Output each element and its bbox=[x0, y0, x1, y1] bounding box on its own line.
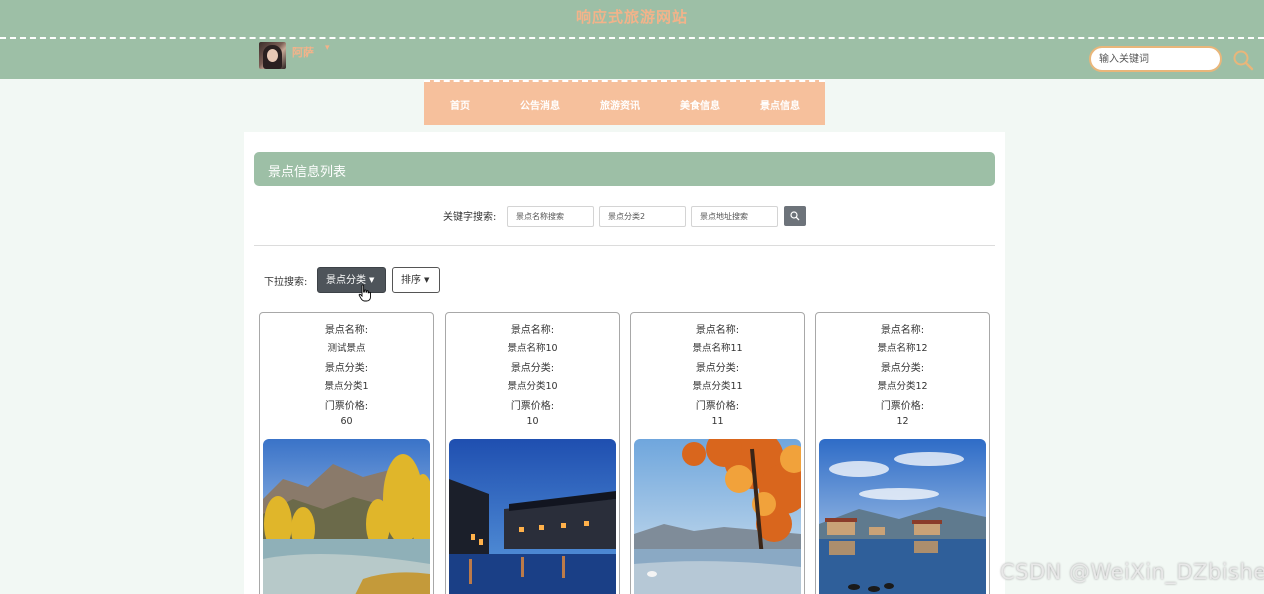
site-title: 响应式旅游网站 bbox=[575, 8, 688, 26]
search-button[interactable] bbox=[784, 206, 806, 226]
ticket-price: 10 bbox=[526, 416, 539, 427]
attraction-category: 景点分类11 bbox=[692, 381, 743, 392]
attraction-name-input[interactable] bbox=[507, 206, 594, 227]
divider bbox=[254, 245, 995, 246]
attraction-category-input[interactable] bbox=[599, 206, 686, 227]
attraction-image[interactable] bbox=[263, 439, 430, 594]
sort-dropdown-label: 排序 bbox=[401, 275, 421, 286]
nav-item-travel-news[interactable]: 旅游资讯 bbox=[600, 97, 640, 112]
ticket-price: 11 bbox=[711, 416, 724, 427]
ticket-price: 60 bbox=[340, 416, 353, 427]
hand-cursor-icon bbox=[358, 284, 371, 302]
name-label: 景点名称: bbox=[324, 325, 369, 336]
chevron-down-icon[interactable]: ▾ bbox=[325, 43, 330, 53]
ticket-price: 12 bbox=[896, 416, 909, 427]
attraction-card[interactable]: 景点名称: 景点名称11 景点分类: 景点分类11 门票价格: 11 bbox=[630, 312, 805, 594]
attraction-image[interactable] bbox=[819, 439, 986, 594]
username[interactable]: 阿萨 bbox=[292, 44, 314, 60]
attraction-card[interactable]: 景点名称: 景点名称10 景点分类: 景点分类10 门票价格: 10 bbox=[445, 312, 620, 594]
sort-dropdown-button[interactable]: 排序 ▼ bbox=[392, 267, 440, 293]
attraction-name: 景点名称12 bbox=[877, 343, 928, 354]
caret-down-icon: ▼ bbox=[424, 276, 430, 284]
price-label: 门票价格: bbox=[510, 401, 555, 412]
category-label: 景点分类: bbox=[324, 363, 369, 374]
watermark: CSDN @WeiXin_DZbishe bbox=[1000, 560, 1264, 584]
attraction-image[interactable] bbox=[449, 439, 616, 594]
price-label: 门票价格: bbox=[880, 401, 925, 412]
price-label: 门票价格: bbox=[695, 401, 740, 412]
attraction-card[interactable]: 景点名称: 测试景点 景点分类: 景点分类1 门票价格: 60 bbox=[259, 312, 434, 594]
name-label: 景点名称: bbox=[880, 325, 925, 336]
attraction-name: 景点名称10 bbox=[507, 343, 558, 354]
attraction-image[interactable] bbox=[634, 439, 801, 594]
content-panel: 景点信息列表 关键字搜索: 下拉搜索: 景点分类▼ 排序▼ 景点名称: 测试景点… bbox=[244, 132, 1005, 594]
nav-item-attractions[interactable]: 景点信息 bbox=[760, 97, 800, 112]
nav-item-announcements[interactable]: 公告消息 bbox=[520, 97, 560, 112]
price-label: 门票价格: bbox=[324, 401, 369, 412]
attraction-address-input[interactable] bbox=[691, 206, 778, 227]
nav-item-food[interactable]: 美食信息 bbox=[680, 97, 720, 112]
name-label: 景点名称: bbox=[695, 325, 740, 336]
category-label: 景点分类: bbox=[695, 363, 740, 374]
attraction-category: 景点分类12 bbox=[877, 381, 928, 392]
nav-item-home[interactable]: 首页 bbox=[450, 97, 470, 112]
main-nav: 首页 公告消息 旅游资讯 美食信息 景点信息 bbox=[424, 80, 825, 125]
search-input[interactable] bbox=[1089, 46, 1222, 72]
attraction-category: 景点分类10 bbox=[507, 381, 558, 392]
category-label: 景点分类: bbox=[510, 363, 555, 374]
header-divider bbox=[0, 37, 1264, 39]
category-dropdown-button[interactable]: 景点分类 ▼ bbox=[317, 267, 386, 293]
name-label: 景点名称: bbox=[510, 325, 555, 336]
keyword-search-label: 关键字搜索: bbox=[443, 212, 497, 223]
avatar[interactable] bbox=[259, 42, 286, 69]
attraction-name: 景点名称11 bbox=[692, 343, 743, 354]
category-label: 景点分类: bbox=[880, 363, 925, 374]
attraction-card[interactable]: 景点名称: 景点名称12 景点分类: 景点分类12 门票价格: 12 bbox=[815, 312, 990, 594]
search-icon bbox=[790, 211, 800, 221]
attraction-category: 景点分类1 bbox=[324, 381, 369, 392]
page-title: 景点信息列表 bbox=[268, 165, 347, 180]
dropdown-search-label: 下拉搜索: bbox=[264, 277, 308, 288]
site-header: 响应式旅游网站 阿萨 ▾ bbox=[0, 0, 1264, 79]
attraction-name: 测试景点 bbox=[327, 343, 366, 354]
search-icon[interactable] bbox=[1232, 49, 1254, 71]
panel-header: 景点信息列表 bbox=[254, 152, 995, 186]
